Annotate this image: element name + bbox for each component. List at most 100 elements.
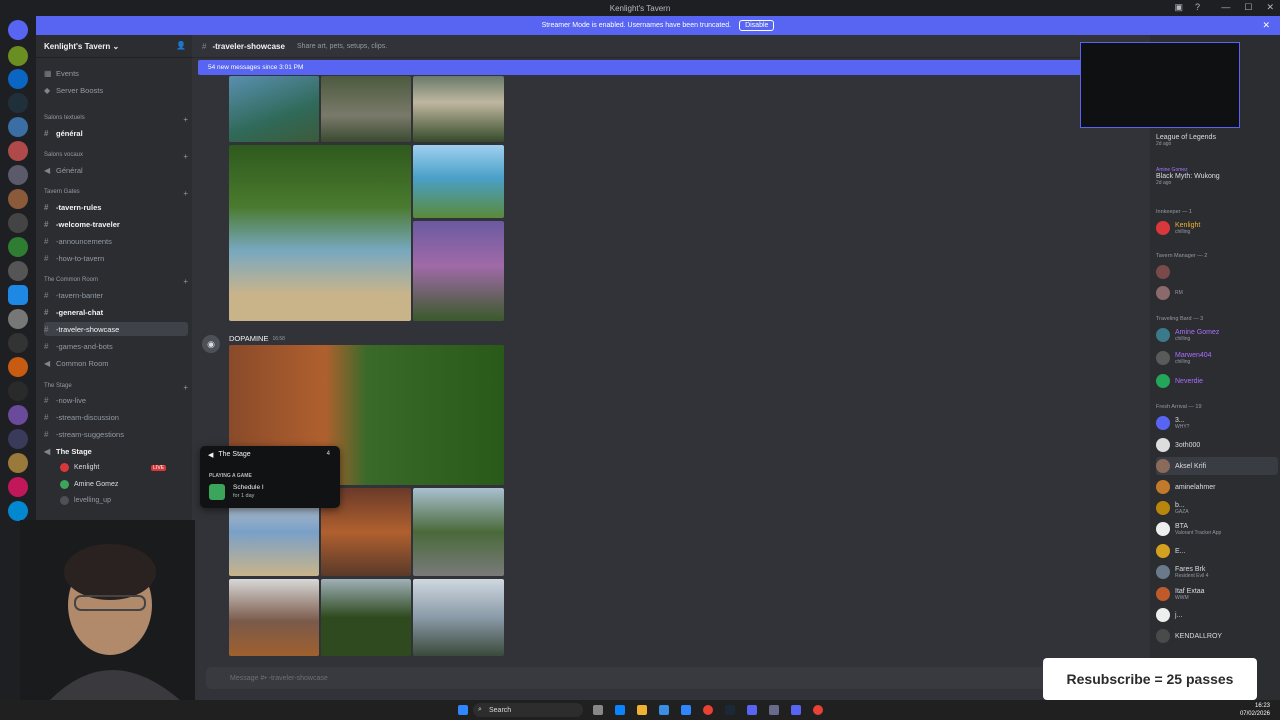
image-attachment[interactable] [229, 145, 411, 321]
server-header[interactable]: Kenlight's Tavern ⌄ 👤 [36, 35, 192, 58]
channel-now-live[interactable]: # -now-live [44, 393, 188, 407]
member-item[interactable]: RM [1156, 284, 1278, 302]
task-view-icon[interactable] [593, 705, 603, 715]
member-item[interactable]: KENDALLROY [1156, 627, 1278, 645]
channel-welcome-traveler[interactable]: # -welcome-traveler [44, 217, 188, 231]
server-icon[interactable] [8, 405, 28, 425]
obs-icon[interactable] [813, 705, 823, 715]
image-attachment[interactable] [413, 488, 504, 576]
new-messages-bar[interactable]: 54 new messages since 3:01 PM [198, 60, 1086, 75]
taskbar-search[interactable]: ⌕ Search [473, 703, 583, 717]
member-item[interactable]: Kenlight chilling [1156, 219, 1278, 237]
member-item[interactable]: Marwen404 chilling [1156, 349, 1278, 367]
channel-general-voice[interactable]: ◀ Général [44, 163, 188, 177]
server-icon[interactable] [8, 429, 28, 449]
category-the-stage[interactable]: The Stage + [44, 383, 188, 392]
category-voice[interactable]: Salons vocaux + [44, 152, 188, 161]
app-icon[interactable] [615, 705, 625, 715]
image-attachment[interactable] [321, 76, 411, 142]
server-icon[interactable] [8, 213, 28, 233]
maximize-icon[interactable]: ☐ [1244, 2, 1252, 13]
mail-icon[interactable] [681, 705, 691, 715]
channel-traveler-showcase[interactable]: # -traveler-showcase [44, 322, 188, 336]
category-common-room[interactable]: The Common Room + [44, 277, 188, 286]
clock[interactable]: 16:23 07/02/2026 [1240, 702, 1270, 718]
add-channel-icon[interactable]: + [183, 383, 188, 392]
server-icon[interactable] [8, 93, 28, 113]
server-icon[interactable] [8, 141, 28, 161]
add-channel-icon[interactable]: + [183, 115, 188, 124]
member-item[interactable]: E... [1156, 542, 1278, 560]
image-attachment[interactable] [413, 579, 504, 656]
member-item[interactable]: j... [1156, 606, 1278, 624]
channel-common-room-voice[interactable]: ◀ Common Room [44, 356, 188, 370]
channel-general-text[interactable]: # général [44, 126, 188, 140]
member-item[interactable]: Amine Gomez chilling [1156, 326, 1278, 344]
member-item[interactable]: Fares Brk Resident Evil 4 [1156, 563, 1278, 581]
server-icon[interactable] [8, 501, 28, 521]
add-channel-icon[interactable]: + [183, 152, 188, 161]
server-icon[interactable] [8, 309, 28, 329]
app-icon[interactable] [769, 705, 779, 715]
voice-user[interactable]: Kenlight LIVE [60, 461, 186, 474]
discord-home-icon[interactable] [8, 20, 28, 40]
channel-topic[interactable]: Share art, pets, setups, clips. [297, 43, 387, 50]
minimize-icon[interactable]: — [1221, 2, 1230, 13]
channel-how-to-tavern[interactable]: # -how-to-tavern [44, 251, 188, 265]
channel-tavern-banter[interactable]: # -tavern-banter [44, 288, 188, 302]
close-banner-icon[interactable]: ✕ [1262, 20, 1270, 31]
image-attachment[interactable] [413, 221, 504, 321]
member-item[interactable]: b... GAZA [1156, 499, 1278, 517]
app-icon[interactable] [747, 705, 757, 715]
image-attachment[interactable] [413, 76, 504, 142]
server-icon[interactable] [8, 189, 28, 209]
server-icon[interactable] [8, 46, 28, 66]
folder-icon[interactable] [637, 705, 647, 715]
server-icon[interactable] [8, 285, 28, 305]
member-item[interactable]: Itaf Extaa WWM [1156, 585, 1278, 603]
channel-the-stage-voice[interactable]: ◀ The Stage [44, 444, 188, 458]
message-input[interactable]: Message #• -traveler-showcase [206, 667, 1136, 689]
server-icon[interactable] [8, 69, 28, 89]
server-boosts-item[interactable]: ◆ Server Boosts [44, 83, 188, 97]
image-attachment[interactable] [321, 579, 411, 656]
server-icon[interactable] [8, 261, 28, 281]
add-channel-icon[interactable]: + [183, 189, 188, 198]
inbox-icon[interactable]: ▣ [1174, 2, 1183, 13]
chrome-icon[interactable] [703, 705, 713, 715]
message-author[interactable]: DOPAMINE [229, 334, 268, 343]
stream-preview[interactable] [1080, 42, 1240, 128]
category-tavern-gates[interactable]: Tavern Gates + [44, 189, 188, 198]
member-item[interactable]: Aksel Krifi [1156, 457, 1278, 475]
disable-button[interactable]: Disable [739, 20, 775, 31]
server-icon[interactable] [8, 357, 28, 377]
help-icon[interactable]: ? [1195, 2, 1200, 13]
voice-user[interactable]: levelling_up [60, 494, 186, 507]
avatar[interactable]: ◉ [202, 335, 220, 353]
member-item[interactable]: 3... WHY? [1156, 414, 1278, 432]
server-icon[interactable] [8, 165, 28, 185]
add-channel-icon[interactable]: + [183, 277, 188, 286]
server-icon[interactable] [8, 381, 28, 401]
channel-general-chat[interactable]: # -general-chat [44, 305, 188, 319]
image-attachment[interactable] [413, 145, 504, 218]
member-item[interactable]: 3oth000 [1156, 436, 1278, 454]
member-item[interactable]: BTA Valorant Tracker App [1156, 520, 1278, 538]
category-text[interactable]: Salons textuels + [44, 115, 188, 124]
server-icon[interactable] [8, 453, 28, 473]
close-window-icon[interactable]: ✕ [1266, 2, 1274, 13]
member-item[interactable]: aminelahmer [1156, 478, 1278, 496]
activity-card[interactable]: League of Legends 2d ago [1156, 131, 1278, 149]
server-icon[interactable] [8, 333, 28, 353]
events-item[interactable]: ▦ Events [44, 66, 188, 80]
server-icon[interactable] [8, 117, 28, 137]
server-icon[interactable] [8, 237, 28, 257]
image-attachment[interactable] [229, 76, 319, 142]
member-item[interactable] [1156, 263, 1278, 281]
channel-games-and-bots[interactable]: # -games-and-bots [44, 339, 188, 353]
member-item[interactable]: Neverdie [1156, 372, 1278, 390]
discord-icon[interactable] [791, 705, 801, 715]
channel-stream-discussion[interactable]: # -stream-discussion [44, 410, 188, 424]
voice-user[interactable]: Amine Gomez [60, 478, 186, 491]
app-icon[interactable] [659, 705, 669, 715]
